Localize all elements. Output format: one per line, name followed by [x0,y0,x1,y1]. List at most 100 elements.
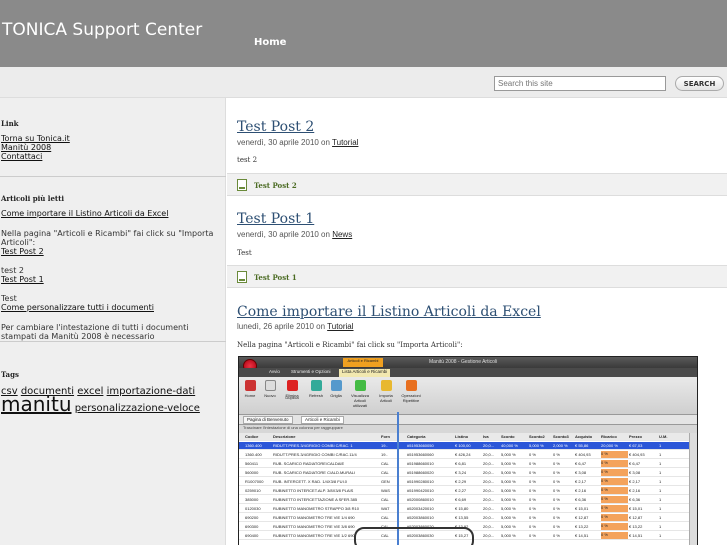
app-grid-cell: 5,000 % [501,524,516,529]
app-grid-cell: 5,000 % [501,479,516,484]
app-grid-cell: 5,000 % [501,515,516,520]
app-grid-column-header: Categoria [407,434,426,439]
app-grid-cell: € 6,69 [455,497,467,502]
app-grid-cell: 20,0... [483,506,495,511]
sidebar-link-contact[interactable]: Contattaci [1,152,226,161]
site-title[interactable]: TONICA Support Center [2,20,202,40]
search-input[interactable] [494,76,666,91]
new-document-icon [264,380,276,391]
app-grid-cell: € 13,22 [575,524,589,529]
post-permalink[interactable]: Test Post 1 [254,273,297,282]
app-grid-column-header: Prezzo [629,434,642,439]
app-grid-cell: WAS [381,488,390,493]
search-button[interactable]: SEARCH [675,76,724,91]
app-grid-cell: € 3,08 [629,470,641,475]
app-grid-cell: € 67,03 [629,443,643,448]
popular-link-import[interactable]: Come importare il Listino Articoli da Ex… [1,209,226,218]
post-title-test-post-1[interactable]: Test Post 1 [237,211,314,227]
sidebar-link-tonica[interactable]: Torna su Tonica.it [1,134,226,143]
popular-link-personalize[interactable]: Come personalizzare tutti i documenti [1,303,226,312]
app-grid-cell: 0 % [601,532,628,539]
app-grid-cell: € 6,36 [575,497,587,502]
app-grid-column-header: Listino [455,434,469,439]
app-grid-column-header: Descrizione [273,434,296,439]
app-grid-column-header: Codice [245,434,259,439]
app-grid-cell: RUB. SCARICO RADIATORE/CALDAIE [273,461,345,466]
app-grid-cell: € 12,87 [575,515,589,520]
app-grid-cell: 560411 [245,461,259,466]
tag-importazione-dati[interactable]: importazione-dati [107,386,196,397]
app-grid-cell: € 100,00 [455,443,471,448]
popular-link-post2[interactable]: Test Post 2 [1,247,226,256]
post-title-import-excel[interactable]: Come importare il Listino Articoli da Ex… [237,304,541,320]
post-date: lunedì, 26 aprile 2010 on [237,322,326,331]
sidebar-popular-section: Articoli più letti Come importare il Lis… [0,194,226,342]
import-icon [380,380,392,391]
app-grid-cell: 5,000 % [501,470,516,475]
post-category-link[interactable]: Tutorial [332,138,358,147]
app-grid-cell: 20,0... [483,488,495,493]
popular-link-post1[interactable]: Test Post 1 [1,275,226,284]
sidebar-link-manitu[interactable]: Manitù 2008 [1,143,226,152]
grid-icon [330,380,342,391]
app-grid-cell: € 6,36 [629,497,641,502]
app-grid-cell: € 3,08 [575,470,587,475]
app-grid-column-header: Forn [381,434,390,439]
post-category-link[interactable]: Tutorial [327,322,353,331]
app-grid-cell: 0 % [601,523,628,530]
app-grid-cell: € 13,22 [629,524,643,529]
app-grid-cell: € 404,93 [575,452,591,457]
app-grid-cell: 20,0... [483,452,495,457]
app-grid-cell: CAL [381,470,389,475]
post-date: venerdì, 30 aprile 2010 on [237,138,330,147]
app-grid-column-header: Sconto3 [553,434,569,439]
app-grid-cell: RUBINETTO INTERCETTAZIONE A SFER.385 [273,497,358,502]
app-grid-cell: 0 % [601,487,628,494]
sidebar-links-heading: Link [1,119,19,128]
app-grid-cell: 0 % [553,533,560,538]
view-items-icon [354,380,366,391]
app-grid-cell: CAL [381,497,389,502]
app-grid-cell: RUB. SCARICO RADIATORE C/ALD.MURALI [273,470,356,475]
app-grid-cell: 0 % [529,470,536,475]
app-grid-cell: € 6,47 [575,461,587,466]
app-grid-cell: 20,0... [483,443,495,448]
app-grid-cell: 20,000 % [601,443,618,448]
app-grid-cell: 5,000 % [501,461,516,466]
tag-personalizzazione-veloce[interactable]: personalizzazione-veloce [75,403,200,414]
app-grid-cell: 0 % [601,478,628,485]
app-ribbon-button: Duplica [285,395,299,400]
app-grid-cell: 0 % [601,496,628,503]
app-grid-cell: 1 [659,533,662,538]
app-vertical-scrollbar [689,433,697,545]
app-grid-cell: 0 % [553,506,560,511]
app-ribbon-tab-active: Lista Articoli e Ricambi [339,369,391,377]
app-grid-cell: 20,0... [483,479,495,484]
app-grid-cell: 0259010 [245,488,261,493]
search-bar: SEARCH [0,67,727,98]
app-grid-cell: #51988660020 [407,470,434,475]
app-grid-column-header: Sconto2 [529,434,545,439]
app-grid-cell: € 2,16 [629,488,641,493]
app-grid-cell: 0 % [601,469,628,476]
app-grid-cell: 1 [659,488,662,493]
app-grid-cell: 0 % [529,452,536,457]
post-category-link[interactable]: News [332,230,352,239]
app-grid-cell: € 6,47 [629,461,641,466]
app-grid-cell: #51953660050 [407,443,434,448]
app-grid-cell: € 6,81 [455,461,467,466]
post-title-test-post-2[interactable]: Test Post 2 [237,119,314,135]
tag-excel[interactable]: excel [77,386,103,397]
nav-home-link[interactable]: Home [254,37,286,48]
app-grid-cell: 0 % [529,461,536,466]
app-document-tabs: Pagina di Benvenuto Articoli e Ricambi [239,415,697,425]
post-permalink[interactable]: Test Post 2 [254,181,297,190]
app-grid-cell: 20,0... [483,515,495,520]
app-grid-cell: € 13,55 [455,515,469,520]
tag-manitu[interactable]: manitu [1,392,72,416]
app-grid-cell: 20,0... [483,533,495,538]
post-meta: lunedì, 26 aprile 2010 on Tutorial [237,322,354,331]
app-grid-cell: CAL [381,461,389,466]
post-meta: venerdì, 30 aprile 2010 on News [237,230,352,239]
annotation-callout [354,527,474,545]
